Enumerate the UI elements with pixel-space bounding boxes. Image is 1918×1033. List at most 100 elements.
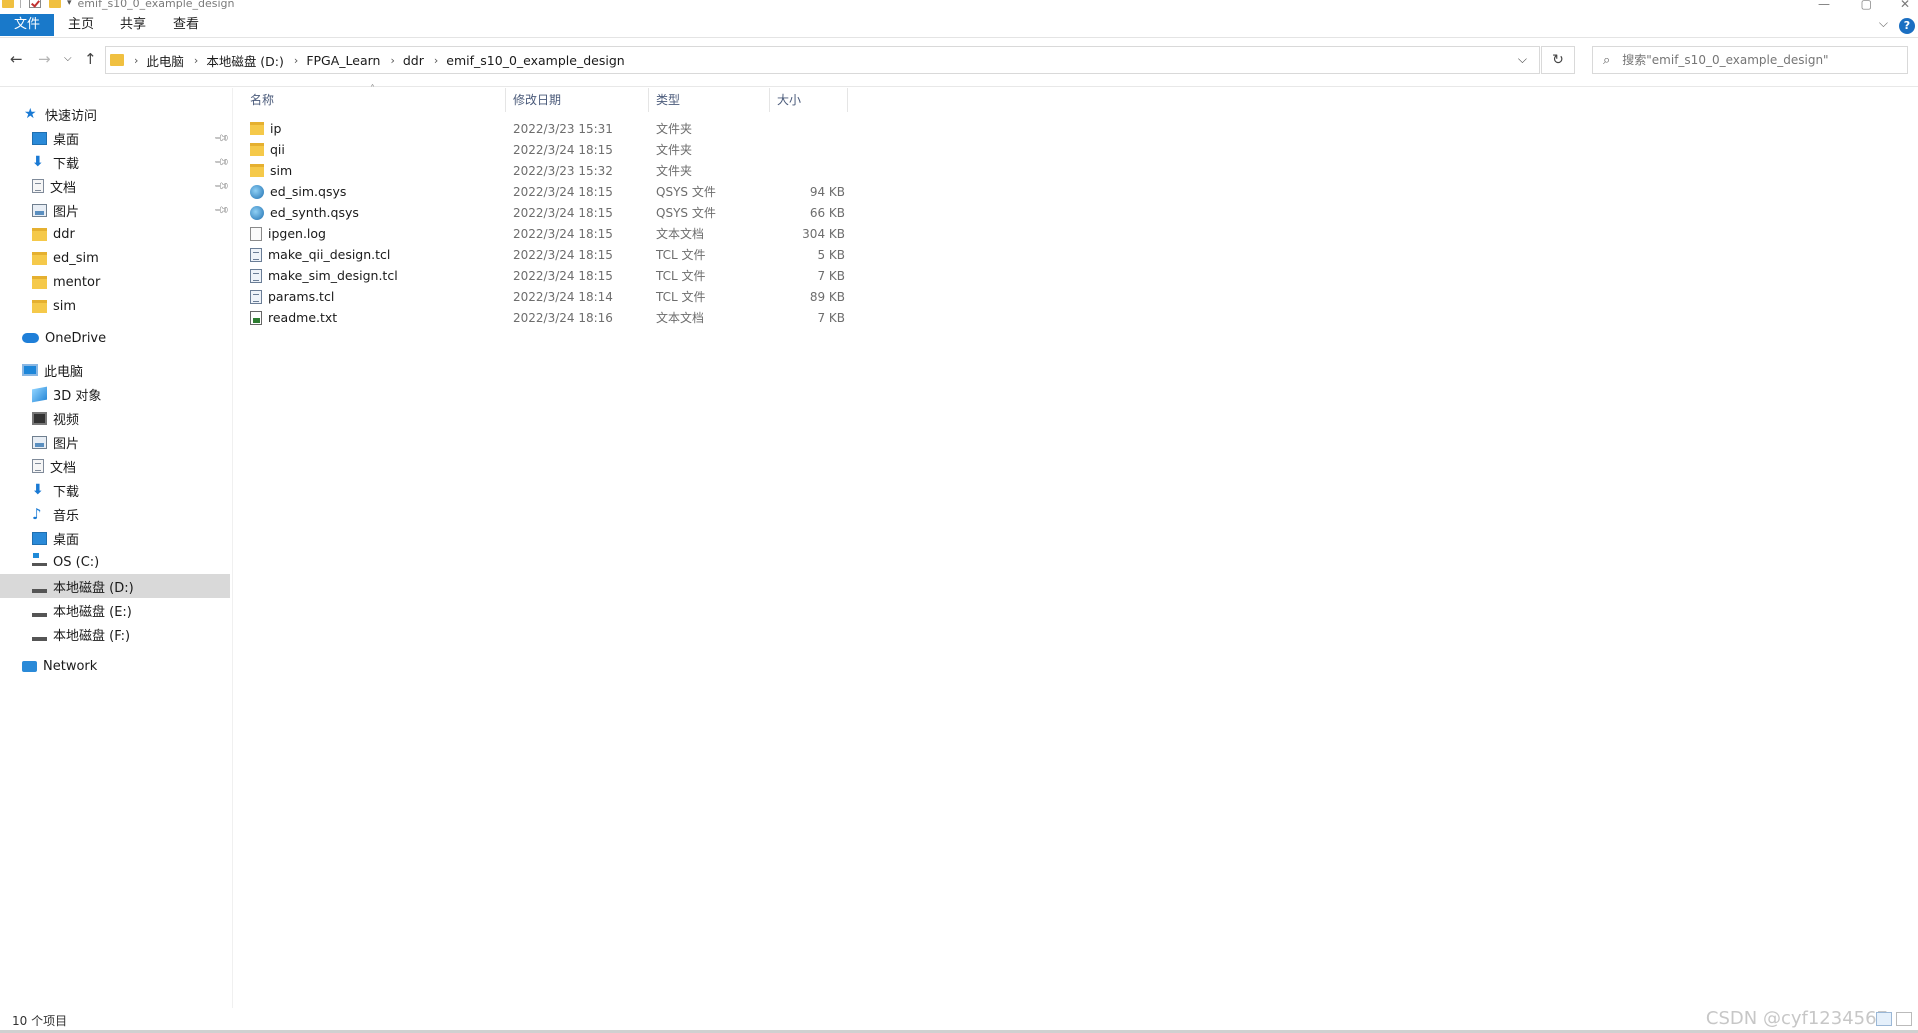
music-icon: ♪	[32, 505, 42, 523]
pin-icon[interactable]: 📌︎	[213, 130, 230, 147]
properties-icon[interactable]	[29, 0, 41, 8]
table-row[interactable]: qii 2022/3/24 18:15 文件夹	[250, 139, 850, 160]
sidebar-item-desktop[interactable]: 桌面 📌︎	[0, 126, 230, 150]
chevron-right-icon[interactable]: ›	[294, 54, 298, 67]
address-bar[interactable]: › 此电脑 › 本地磁盘 (D:) › FPGA_Learn › ddr › e…	[105, 46, 1540, 74]
table-row[interactable]: make_sim_design.tcl 2022/3/24 18:15 TCL …	[250, 265, 850, 286]
pin-icon[interactable]: 📌︎	[213, 154, 230, 171]
sidebar-item-documents[interactable]: 文档 📌︎	[0, 174, 230, 198]
maximize-button[interactable]: ▢	[1861, 0, 1872, 11]
picture-icon	[32, 203, 47, 217]
sidebar-item-downloads[interactable]: ⬇ 下载 📌︎	[0, 150, 230, 174]
pin-icon[interactable]: 📌︎	[213, 178, 230, 195]
sidebar-item-os-c[interactable]: OS (C:)	[0, 550, 230, 574]
table-row[interactable]: ed_synth.qsys 2022/3/24 18:15 QSYS 文件 66…	[250, 202, 850, 223]
chevron-right-icon[interactable]: ›	[390, 54, 394, 67]
tab-share[interactable]: 共享	[110, 14, 156, 36]
sidebar-item-network[interactable]: Network	[0, 654, 230, 678]
view-switcher	[1876, 1012, 1912, 1026]
sidebar-item-3d-objects[interactable]: 3D 对象	[0, 382, 230, 406]
folder-icon	[32, 227, 47, 241]
sidebar-item-label: 本地磁盘 (E:)	[53, 604, 132, 620]
sidebar-item-videos[interactable]: 视频	[0, 406, 230, 430]
table-row[interactable]: params.tcl 2022/3/24 18:14 TCL 文件 89 KB	[250, 286, 850, 307]
sidebar-item-mentor[interactable]: mentor	[0, 270, 230, 294]
os-drive-icon	[32, 553, 47, 566]
chevron-right-icon[interactable]: ›	[194, 54, 198, 67]
ribbon-expand-chevron-icon[interactable]: ⌵	[1879, 16, 1888, 31]
search-input[interactable]	[1622, 53, 1883, 67]
sidebar-item-pictures[interactable]: 图片 📌︎	[0, 198, 230, 222]
chevron-right-icon[interactable]: ›	[134, 54, 138, 67]
sidebar-item-local-disk-d[interactable]: 本地磁盘 (D:)	[0, 574, 230, 598]
cloud-icon	[22, 333, 39, 343]
file-type: QSYS 文件	[656, 206, 716, 220]
breadcrumb-fpga-learn[interactable]: FPGA_Learn	[306, 53, 380, 68]
sidebar-item-pictures-pc[interactable]: 图片	[0, 430, 230, 454]
table-row[interactable]: ed_sim.qsys 2022/3/24 18:15 QSYS 文件 94 K…	[250, 181, 850, 202]
sidebar-item-label: 桌面	[53, 532, 80, 548]
sidebar-item-this-pc[interactable]: 此电脑	[0, 358, 230, 382]
pane-divider[interactable]	[232, 88, 233, 1008]
sidebar-item-desktop-pc[interactable]: 桌面	[0, 526, 230, 550]
tab-home[interactable]: 主页	[58, 14, 104, 36]
file-name: qii	[270, 142, 285, 157]
up-arrow-icon[interactable]: ↑	[84, 50, 97, 68]
column-separator[interactable]	[769, 88, 770, 112]
details-view-icon[interactable]	[1876, 1012, 1892, 1026]
column-header-date[interactable]: 修改日期	[513, 88, 653, 112]
recent-locations-chevron-icon[interactable]: ⌵	[64, 53, 72, 64]
sidebar-item-ddr[interactable]: ddr	[0, 222, 230, 246]
minimize-button[interactable]: —	[1818, 0, 1830, 11]
star-icon: ★	[24, 106, 37, 122]
breadcrumb-current-folder[interactable]: emif_s10_0_example_design	[446, 53, 624, 68]
forward-arrow-icon[interactable]: →	[38, 50, 51, 68]
breadcrumb-this-pc[interactable]: 此电脑	[146, 51, 184, 70]
file-name: sim	[270, 163, 293, 178]
sidebar-item-ed-sim[interactable]: ed_sim	[0, 246, 230, 270]
document-icon	[32, 459, 44, 473]
search-box[interactable]: ⌕	[1592, 46, 1908, 74]
new-folder-icon[interactable]	[49, 0, 61, 8]
tab-view[interactable]: 查看	[163, 14, 209, 36]
folder-icon	[32, 251, 47, 265]
navigation-bar: ← → ⌵ ↑ › 此电脑 › 本地磁盘 (D:) › FPGA_Learn ›…	[0, 44, 1918, 76]
close-button[interactable]: ✕	[1900, 0, 1910, 11]
breadcrumb-local-disk-d[interactable]: 本地磁盘 (D:)	[206, 51, 284, 70]
column-separator[interactable]	[505, 88, 506, 112]
column-header-name[interactable]: 名称	[250, 88, 500, 112]
address-dropdown-chevron-icon[interactable]: ⌵	[1518, 52, 1527, 67]
table-row[interactable]: make_qii_design.tcl 2022/3/24 18:15 TCL …	[250, 244, 850, 265]
sidebar-item-local-disk-e[interactable]: 本地磁盘 (E:)	[0, 598, 230, 622]
sidebar-item-onedrive[interactable]: OneDrive	[0, 326, 230, 350]
table-row[interactable]: ip 2022/3/23 15:31 文件夹	[250, 118, 850, 139]
large-icons-view-icon[interactable]	[1896, 1012, 1912, 1026]
tab-file[interactable]: 文件	[0, 14, 54, 36]
pin-icon[interactable]: 📌︎	[213, 202, 230, 219]
column-separator[interactable]	[648, 88, 649, 112]
back-arrow-icon[interactable]: ←	[10, 50, 23, 68]
sidebar-item-label: 文档	[50, 460, 77, 476]
sidebar-item-quick-access[interactable]: ★ 快速访问	[0, 102, 230, 126]
sidebar-item-downloads-pc[interactable]: ⬇ 下载	[0, 478, 230, 502]
sidebar-item-sim[interactable]: sim	[0, 294, 230, 318]
column-separator[interactable]	[847, 88, 848, 112]
folder-icon	[110, 54, 124, 66]
file-date: 2022/3/24 18:15	[513, 247, 613, 262]
file-type: TCL 文件	[656, 269, 706, 283]
table-row[interactable]: ipgen.log 2022/3/24 18:15 文本文档 304 KB	[250, 223, 850, 244]
breadcrumb-ddr[interactable]: ddr	[403, 53, 424, 68]
sidebar-item-documents-pc[interactable]: 文档	[0, 454, 230, 478]
table-row[interactable]: sim 2022/3/23 15:32 文件夹	[250, 160, 850, 181]
file-name: readme.txt	[268, 310, 338, 325]
customize-toolbar-icon[interactable]: ▾	[67, 0, 72, 8]
refresh-button[interactable]: ↻	[1541, 46, 1575, 74]
column-header-type[interactable]: 类型	[656, 88, 776, 112]
column-header-size[interactable]: 大小	[777, 88, 847, 112]
sidebar-item-local-disk-f[interactable]: 本地磁盘 (F:)	[0, 622, 230, 646]
chevron-right-icon[interactable]: ›	[434, 54, 438, 67]
file-size: 94 KB	[809, 184, 845, 199]
table-row[interactable]: readme.txt 2022/3/24 18:16 文本文档 7 KB	[250, 307, 850, 328]
help-icon[interactable]: ?	[1899, 18, 1915, 34]
sidebar-item-music[interactable]: ♪ 音乐	[0, 502, 230, 526]
